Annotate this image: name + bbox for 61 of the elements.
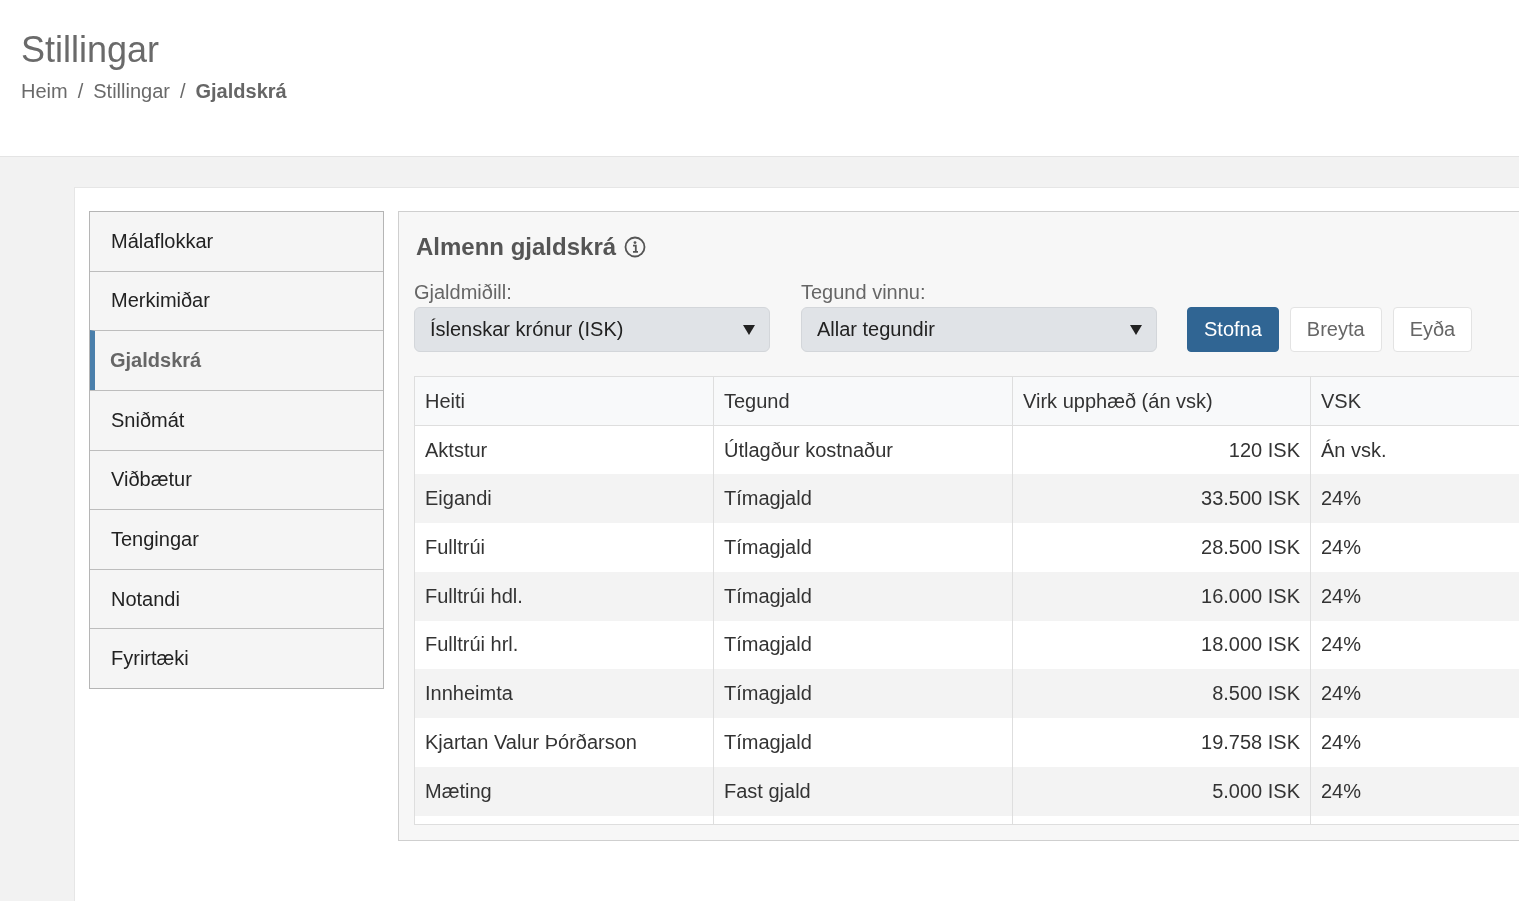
column-header: Heiti: [414, 376, 714, 426]
table-cell: Tímagjald: [713, 474, 1013, 523]
table-cell: 33.500 ISK: [1012, 474, 1311, 523]
table-cell: 24%: [1310, 766, 1519, 816]
table-cell: Fulltrúi hdl.: [414, 571, 714, 621]
table-cell: 28.500 ISK: [1012, 523, 1311, 572]
filter-label: Gjaldmiðill:: [414, 280, 512, 304]
panel-title: Almenn gjaldskrá: [416, 232, 617, 262]
breadcrumb-separator: /: [179, 79, 186, 103]
table-cell: Tímagjald: [713, 718, 1013, 767]
table-cell: 5.000 ISK: [1012, 766, 1311, 816]
table-cell: Fulltrúi: [414, 523, 714, 572]
table-cell: 24%: [1310, 474, 1519, 523]
caret-icon: [1130, 324, 1142, 335]
table-cell: Án vsk.: [1310, 425, 1519, 475]
page-title: Stillingar: [21, 28, 160, 72]
table-cell: Fast gjald: [713, 766, 1013, 816]
table-cell: Eigandi: [414, 474, 714, 523]
sidebar-item[interactable]: Fyrirtæki: [90, 628, 383, 688]
table-cell: Útlagður kostnaður: [713, 425, 1013, 475]
table-cell: Tímagjald: [713, 523, 1013, 572]
sidebar-item[interactable]: Merkimiðar: [90, 270, 383, 331]
table-cell: Tímagjald: [713, 669, 1013, 718]
column-header: Virk upphæð (án vsk): [1012, 376, 1311, 426]
table-cell: 24%: [1310, 571, 1519, 621]
table-cell: 120 ISK: [1012, 425, 1311, 475]
breadcrumb-separator: /: [77, 79, 84, 103]
table-cell: 16.000 ISK: [1012, 571, 1311, 621]
column-header: VSK: [1310, 376, 1519, 426]
table-cell: 24%: [1310, 669, 1519, 718]
column-header: Tegund: [713, 376, 1013, 426]
action-button[interactable]: Stofna: [1187, 307, 1279, 352]
table-cell: 19.758 ISK: [1012, 718, 1311, 767]
table-cell: Kjartan Valur Þórðarson: [414, 718, 714, 767]
sidebar-item[interactable]: Tengingar: [90, 509, 383, 569]
sidebar-item[interactable]: Sniðmát: [90, 389, 383, 450]
breadcrumb-current: Gjaldskrá: [195, 79, 287, 103]
breadcrumb-link[interactable]: Stillingar: [93, 79, 170, 103]
sidebar-item[interactable]: Notandi: [90, 568, 383, 629]
sidebar-item[interactable]: Gjaldskrá: [90, 330, 383, 390]
table-cell: Aktstur: [414, 425, 714, 475]
table-cell: Innheimta: [414, 669, 714, 718]
table-cell: Tímagjald: [713, 571, 1013, 621]
breadcrumb-link[interactable]: Heim: [21, 79, 68, 103]
table-cell: 8.500 ISK: [1012, 669, 1311, 718]
action-button[interactable]: Breyta: [1289, 307, 1382, 352]
filter-label: Tegund vinnu:: [801, 280, 926, 304]
table-cell: Mæting: [414, 766, 714, 816]
action-button[interactable]: Eyða: [1392, 307, 1473, 352]
dropdown[interactable]: Íslenskar krónur (ISK): [414, 307, 770, 352]
info-icon: [624, 236, 647, 258]
table-cell: Fulltrúi hrl.: [414, 620, 714, 670]
sidebar-item[interactable]: Málaflokkar: [90, 212, 383, 271]
table-cell: Tímagjald: [713, 620, 1013, 670]
table-cell: 24%: [1310, 718, 1519, 767]
table-cell: 24%: [1310, 523, 1519, 572]
caret-icon: [743, 324, 755, 335]
sidebar-item[interactable]: Viðbætur: [90, 449, 383, 510]
dropdown[interactable]: Allar tegundir: [801, 307, 1157, 352]
table-cell: 18.000 ISK: [1012, 620, 1311, 670]
table-cell: 24%: [1310, 620, 1519, 670]
